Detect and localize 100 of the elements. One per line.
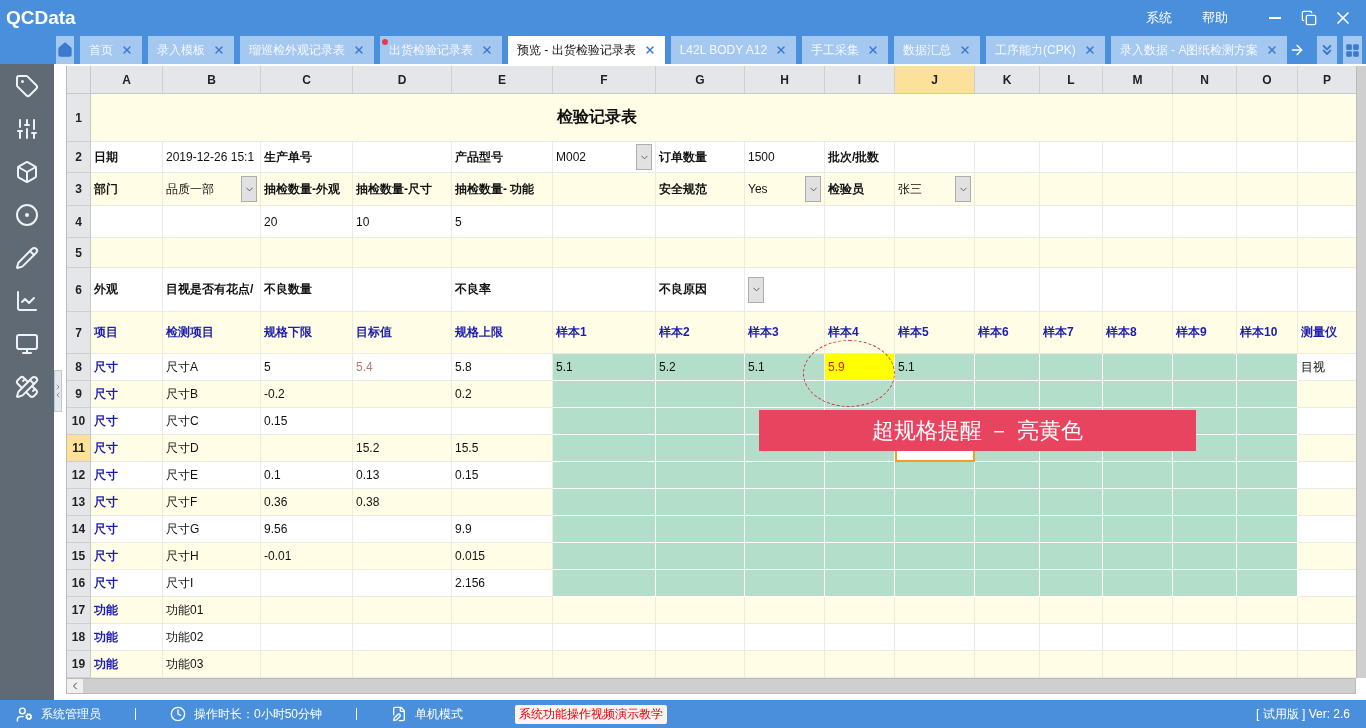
row-header[interactable]: 14 [67, 516, 91, 543]
cube-icon[interactable] [15, 160, 39, 184]
tab[interactable]: 预览 - 出货检验记录表 [508, 36, 665, 64]
clock-icon [170, 706, 186, 722]
row-header[interactable]: 18 [67, 624, 91, 651]
close-icon[interactable] [1266, 44, 1279, 56]
target-icon[interactable] [15, 203, 39, 227]
table-cell [1173, 516, 1237, 543]
table-cell [1237, 489, 1298, 516]
column-header[interactable]: D [353, 66, 452, 94]
close-icon[interactable] [481, 44, 493, 56]
row-header[interactable]: 7 [67, 312, 91, 354]
row-header[interactable]: 1 [67, 94, 91, 142]
tag-icon[interactable] [15, 74, 39, 98]
vertical-scrollbar[interactable] [1356, 66, 1366, 678]
column-header[interactable]: G [656, 66, 745, 94]
horizontal-scrollbar[interactable] [66, 678, 1356, 694]
table-cell [1103, 354, 1173, 381]
table-cell [975, 489, 1040, 516]
dropdown-button[interactable] [748, 276, 764, 303]
table-cell [1103, 489, 1173, 516]
row-header[interactable]: 8 [67, 354, 91, 381]
row-header[interactable]: 2 [67, 142, 91, 173]
close-icon[interactable] [643, 44, 656, 56]
home-tab[interactable] [56, 36, 74, 64]
sliders-icon[interactable] [15, 117, 39, 141]
table-cell [1040, 462, 1103, 489]
column-header[interactable]: N [1173, 66, 1237, 94]
mode-text: 单机模式 [415, 705, 464, 723]
tab-list-button[interactable] [1317, 36, 1337, 64]
app-title: QCData [6, 7, 76, 29]
table-cell: 5.9 [825, 354, 895, 381]
table-cell [975, 381, 1040, 408]
row-header[interactable]: 13 [67, 489, 91, 516]
column-header[interactable]: J [895, 66, 975, 94]
pencil-icon[interactable] [15, 246, 39, 270]
collapse-handle[interactable] [54, 370, 62, 412]
column-header[interactable]: L [1040, 66, 1103, 94]
row-header[interactable]: 5 [67, 238, 91, 268]
edit-icon [391, 706, 408, 722]
table-cell [825, 570, 895, 597]
scroll-left-icon[interactable] [67, 679, 83, 693]
column-header[interactable]: C [261, 66, 353, 94]
pencil-ruler-icon[interactable] [15, 375, 39, 399]
dropdown-button[interactable] [955, 176, 971, 202]
row-header[interactable]: 11 [67, 435, 91, 462]
table-cell [1173, 462, 1237, 489]
table-cell [1040, 489, 1103, 516]
column-header[interactable]: H [745, 66, 825, 94]
table-cell [825, 381, 895, 408]
table-cell [1173, 354, 1237, 381]
column-header[interactable]: B [163, 66, 261, 94]
table-cell [975, 462, 1040, 489]
dropdown-button[interactable] [636, 144, 652, 170]
table-cell [1173, 489, 1237, 516]
table-cell [975, 543, 1040, 570]
close-icon[interactable] [775, 44, 788, 56]
table-cell [1040, 570, 1103, 597]
table-cell [975, 516, 1040, 543]
close-icon[interactable] [213, 44, 225, 56]
table-cell [1040, 354, 1103, 381]
close-icon[interactable] [353, 44, 365, 56]
column-header[interactable]: O [1237, 66, 1298, 94]
row-header[interactable]: 15 [67, 543, 91, 570]
row-header[interactable]: 16 [67, 570, 91, 597]
dropdown-button[interactable] [241, 176, 257, 202]
table-cell [825, 543, 895, 570]
column-header[interactable]: M [1103, 66, 1173, 94]
row-header[interactable]: 19 [67, 651, 91, 678]
table-cell [975, 570, 1040, 597]
row-header[interactable]: 9 [67, 381, 91, 408]
version-text: [ 试用版 ] Ver: 2.6 [1255, 705, 1350, 723]
column-header[interactable]: F [553, 66, 656, 94]
column-header[interactable]: I [825, 66, 895, 94]
row-header[interactable]: 10 [67, 408, 91, 435]
grid-button[interactable] [1342, 36, 1362, 64]
row-header[interactable]: 6 [67, 268, 91, 312]
monitor-icon[interactable] [15, 332, 39, 356]
line-chart-icon[interactable] [15, 289, 39, 313]
table-cell: 5.1 [745, 354, 825, 381]
table-cell [1040, 516, 1103, 543]
table-cell [1103, 381, 1173, 408]
row-header[interactable]: 12 [67, 462, 91, 489]
duration-text: 操作时长：0小时50分钟 [194, 705, 323, 723]
row-header[interactable]: 17 [67, 597, 91, 624]
column-header[interactable]: K [975, 66, 1040, 94]
close-icon[interactable] [1083, 44, 1096, 56]
column-header[interactable]: A [91, 66, 163, 94]
close-icon[interactable] [867, 44, 880, 56]
table-cell [1237, 381, 1298, 408]
close-icon[interactable] [959, 44, 972, 56]
user-name: 系统管理员 [41, 705, 101, 723]
table-cell: 5.2 [656, 354, 745, 381]
table-cell [825, 489, 895, 516]
row-header[interactable]: 4 [67, 206, 91, 238]
column-header[interactable]: E [452, 66, 553, 94]
close-icon[interactable] [121, 44, 133, 56]
tutorial-link[interactable]: 系统功能操作视频演示教学 [515, 704, 668, 724]
row-header[interactable]: 3 [67, 173, 91, 206]
dropdown-button[interactable] [805, 176, 821, 202]
